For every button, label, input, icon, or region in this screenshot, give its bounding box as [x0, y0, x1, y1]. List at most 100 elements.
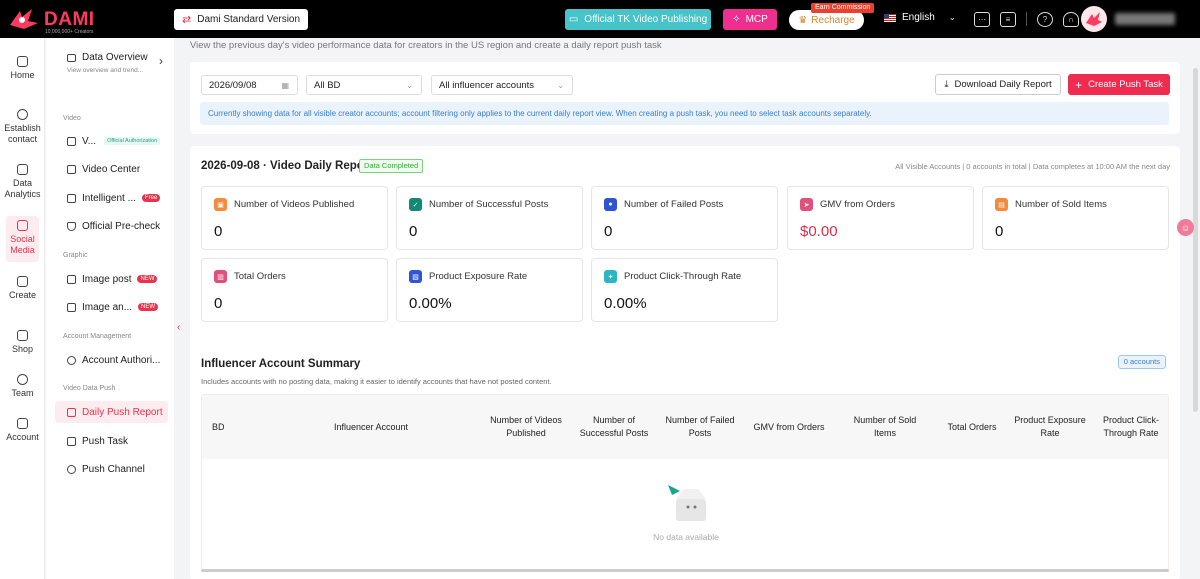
table-column-header[interactable]: Number of Videos Published: [486, 395, 566, 459]
table-column-header[interactable]: Total Orders: [937, 395, 1007, 459]
daily-push-label: Daily Push Report: [82, 406, 163, 418]
download-daily-report-button[interactable]: ⤓ Download Daily Report: [935, 74, 1061, 95]
video-icon: [67, 136, 76, 146]
rail-data-analytics[interactable]: Data Analytics: [0, 164, 45, 200]
logo-subtitle: 10,000,000+ Creators: [45, 29, 94, 35]
metric-card: ● Number of Failed Posts 0: [591, 186, 778, 250]
summary-subtitle: Includes accounts with no posting data, …: [201, 377, 552, 386]
section-video-data-push: Video Data Push: [63, 385, 116, 392]
rail-create[interactable]: Create: [0, 276, 45, 301]
date-picker[interactable]: 2026/09/08 ▦: [201, 75, 298, 95]
table-column-header[interactable]: Product Click-Through Rate: [1097, 395, 1165, 459]
sidebar-item-account-auth[interactable]: Account Authori...: [55, 349, 168, 371]
version-switch-button[interactable]: ⇄ Dami Standard Version: [174, 9, 309, 30]
metric-label: Number of Successful Posts: [429, 199, 549, 210]
metric-card: ▧ Product Exposure Rate 0.00%: [396, 258, 583, 322]
home-icon: [17, 56, 28, 67]
table-column-header[interactable]: Number of Sold Items: [845, 395, 925, 459]
sidebar-item-daily-push-report[interactable]: Daily Push Report: [55, 401, 168, 423]
metric-icon: ●: [604, 198, 617, 211]
accounts-count-badge: 0 accounts: [1117, 355, 1166, 369]
tk-video-publishing-button[interactable]: ▭ Official TK Video Publishing: [565, 9, 711, 30]
metric-value: 0: [995, 223, 1004, 240]
create-icon: [17, 276, 28, 287]
rail-team[interactable]: Team: [0, 374, 45, 399]
sidebar-item-image-an[interactable]: Image an... NEW: [55, 296, 168, 318]
rail-shop[interactable]: Shop: [0, 330, 45, 355]
metric-label: Number of Failed Posts: [624, 199, 724, 210]
empty-state-text: No data available: [653, 532, 719, 542]
floating-assistant-icon[interactable]: ☺: [1177, 219, 1194, 236]
filter-card: 2026/09/08 ▦ All BD ⌄ All influencer acc…: [190, 62, 1180, 134]
table-column-header[interactable]: BD: [212, 395, 322, 459]
sidebar-item-image-post[interactable]: Image post NEW: [55, 268, 168, 290]
report-title: 2026-09-08 · Video Daily Report: [201, 160, 373, 172]
account-select-value: All influencer accounts: [439, 79, 535, 91]
intelligent-icon: [67, 193, 76, 203]
chevron-down-icon: ⌄: [948, 13, 956, 22]
table-column-header[interactable]: GMV from Orders: [746, 395, 832, 459]
metric-value: 0: [604, 223, 613, 240]
metric-label: Number of Sold Items: [1015, 199, 1107, 210]
mcp-icon: ✧: [732, 14, 741, 25]
recharge-label: Recharge: [811, 14, 855, 26]
us-flag-icon: [884, 13, 896, 22]
table-column-header[interactable]: Influencer Account: [334, 395, 464, 459]
summary-table: BD Influencer Account Number of Videos Pub…: [201, 394, 1169, 570]
dami-logo[interactable]: DAMI 10,000,000+ Creators: [8, 7, 94, 35]
sidebar-item-video-auth[interactable]: V... Official Authorization: [55, 130, 168, 152]
account-select[interactable]: All influencer accounts ⌄: [431, 75, 573, 95]
rail-social-media[interactable]: Social Media: [0, 220, 45, 256]
account-auth-label: Account Authori...: [82, 354, 161, 366]
mcp-button[interactable]: ✧ MCP: [723, 9, 777, 30]
metric-value: 0.00%: [604, 295, 647, 312]
table-column-header[interactable]: Number of Successful Posts: [578, 395, 650, 459]
image-an-label: Image an...: [82, 301, 133, 313]
rail-establish-contact[interactable]: Establish contact: [0, 109, 45, 145]
metric-label: Total Orders: [234, 271, 286, 282]
data-overview-item[interactable]: Data Overview View overview and trend...…: [67, 52, 171, 74]
rail-team-label: Team: [11, 388, 34, 398]
top-icon-group: ⋯ ≡ ? ∩: [974, 12, 1079, 27]
sidebar-item-precheck[interactable]: Official Pre-check: [55, 215, 168, 237]
language-selector[interactable]: English ⌄: [884, 12, 956, 23]
rail-analytics-label: Data Analytics: [4, 178, 41, 199]
horizontal-scrollbar[interactable]: [201, 569, 1169, 572]
earn-commission-badge: Earn Commission: [811, 3, 875, 13]
collapse-sidebar-icon[interactable]: ‹: [177, 322, 180, 333]
page-scrollbar[interactable]: [1193, 68, 1198, 412]
rail-account[interactable]: Account: [0, 418, 45, 443]
user-avatar[interactable]: [1081, 6, 1107, 32]
section-video: Video: [63, 115, 81, 122]
sidebar-item-push-channel[interactable]: Push Channel: [55, 458, 168, 480]
date-value: 2026/09/08: [209, 79, 257, 91]
video-item-label: V...: [82, 135, 97, 147]
sidebar-item-intelligent[interactable]: Intelligent ... Free: [55, 187, 168, 209]
notes-icon[interactable]: ≡: [1000, 12, 1016, 27]
metric-card: ▥ Total Orders 0: [201, 258, 388, 322]
sidebar-item-push-task[interactable]: Push Task: [55, 430, 168, 452]
headset-icon[interactable]: ∩: [1063, 12, 1079, 27]
status-badge: Data Completed: [359, 159, 424, 173]
create-push-task-button[interactable]: + Create Push Task: [1068, 74, 1170, 95]
page-intro: View the previous day's video performanc…: [190, 40, 662, 51]
image-doc-icon: [67, 302, 76, 312]
user-icon: [67, 355, 76, 365]
rail-home[interactable]: Home: [0, 56, 45, 81]
table-header: BD Influencer Account Number of Videos Pub…: [202, 395, 1168, 459]
table-column-header[interactable]: Product Exposure Rate: [1013, 395, 1087, 459]
sidebar-item-video-center[interactable]: Video Center: [55, 158, 168, 180]
rail-contact-label: Establish contact: [4, 123, 41, 144]
metric-icon: ▤: [995, 198, 1008, 211]
recharge-button[interactable]: ♛ Recharge: [789, 10, 864, 30]
metric-icon: ▧: [409, 270, 422, 283]
message-icon[interactable]: ⋯: [974, 12, 990, 27]
language-label: English: [902, 12, 935, 23]
free-tag: Free: [141, 194, 161, 202]
logo-mark-icon: [10, 9, 38, 29]
overview-subtitle: View overview and trend...: [67, 67, 144, 74]
account-summary-card: Influencer Account Summary Includes acco…: [190, 344, 1180, 579]
bd-select[interactable]: All BD ⌄: [306, 75, 422, 95]
table-column-header[interactable]: Number of Failed Posts: [662, 395, 738, 459]
help-icon[interactable]: ?: [1037, 12, 1053, 27]
